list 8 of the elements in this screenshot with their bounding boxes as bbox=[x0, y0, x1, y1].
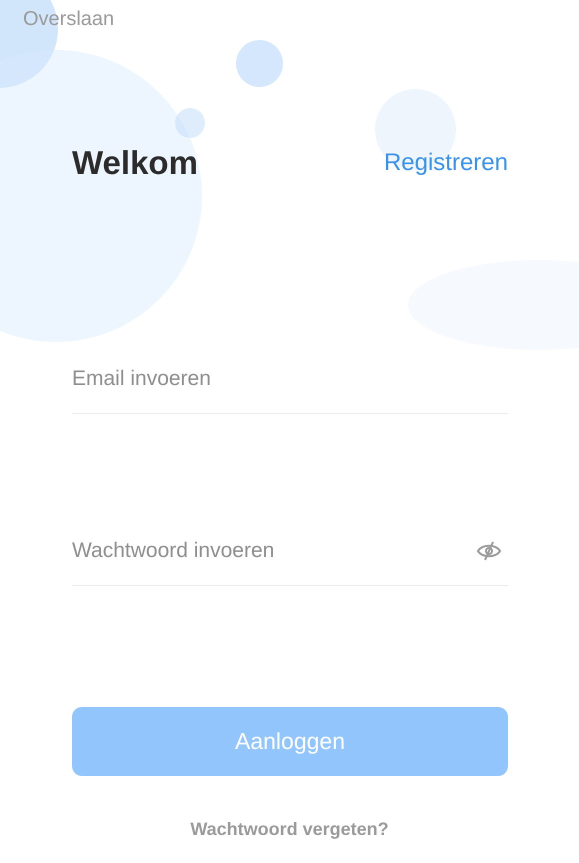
forgot-password-link[interactable]: Wachtwoord vergeten? bbox=[190, 819, 389, 840]
welcome-title: Welkom bbox=[72, 143, 198, 183]
skip-link[interactable]: Overslaan bbox=[23, 5, 114, 33]
email-field[interactable]: Email invoeren bbox=[72, 367, 508, 391]
eye-off-icon[interactable] bbox=[476, 541, 502, 561]
register-link[interactable]: Registreren bbox=[384, 147, 508, 179]
password-field[interactable]: Wachtwoord invoeren bbox=[72, 539, 476, 563]
bubble-decoration bbox=[236, 40, 283, 87]
